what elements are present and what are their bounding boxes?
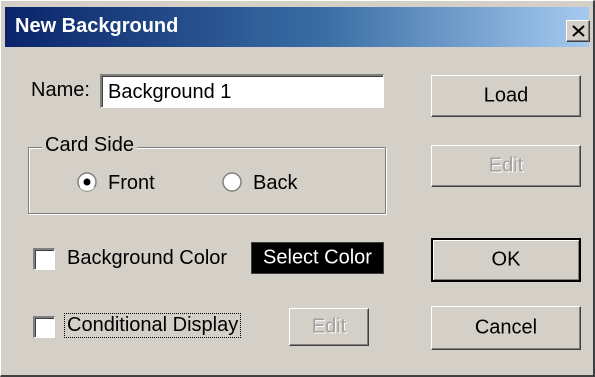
radio-front-label: Front bbox=[108, 172, 155, 194]
radio-back-label: Back bbox=[253, 172, 298, 194]
conditional-display-label: Conditional Display bbox=[63, 313, 242, 338]
select-color-button[interactable]: Select Color bbox=[251, 242, 384, 274]
card-side-group-label: Card Side bbox=[42, 134, 137, 157]
conditional-edit-label: Edit bbox=[311, 315, 347, 338]
conditional-display-checkbox[interactable] bbox=[33, 316, 55, 338]
title-bar[interactable]: New Background bbox=[5, 7, 590, 47]
edit-label: Edit bbox=[488, 154, 524, 177]
load-button[interactable]: Load bbox=[431, 75, 581, 117]
name-input[interactable]: Background 1 bbox=[100, 74, 384, 108]
window-title: New Background bbox=[15, 15, 179, 37]
close-icon bbox=[572, 25, 585, 37]
cancel-button[interactable]: Cancel bbox=[431, 306, 581, 350]
background-color-checkbox[interactable] bbox=[33, 248, 55, 270]
name-input-value: Background 1 bbox=[108, 81, 232, 103]
ok-button[interactable]: OK bbox=[431, 238, 581, 282]
radio-unselected-icon[interactable] bbox=[222, 172, 242, 192]
conditional-edit-button[interactable]: Edit bbox=[289, 308, 369, 346]
load-label: Load bbox=[483, 84, 529, 107]
select-color-label: Select Color bbox=[263, 246, 372, 269]
name-label: Name: bbox=[31, 79, 90, 101]
background-color-label: Background Color bbox=[67, 247, 228, 269]
radio-selected-icon[interactable] bbox=[77, 172, 97, 192]
edit-button[interactable]: Edit bbox=[431, 145, 581, 187]
cancel-label: Cancel bbox=[474, 316, 538, 339]
ok-label: OK bbox=[491, 248, 521, 271]
new-background-dialog: New Background Name: Background 1 Card S… bbox=[0, 0, 595, 377]
close-button[interactable] bbox=[566, 20, 590, 42]
